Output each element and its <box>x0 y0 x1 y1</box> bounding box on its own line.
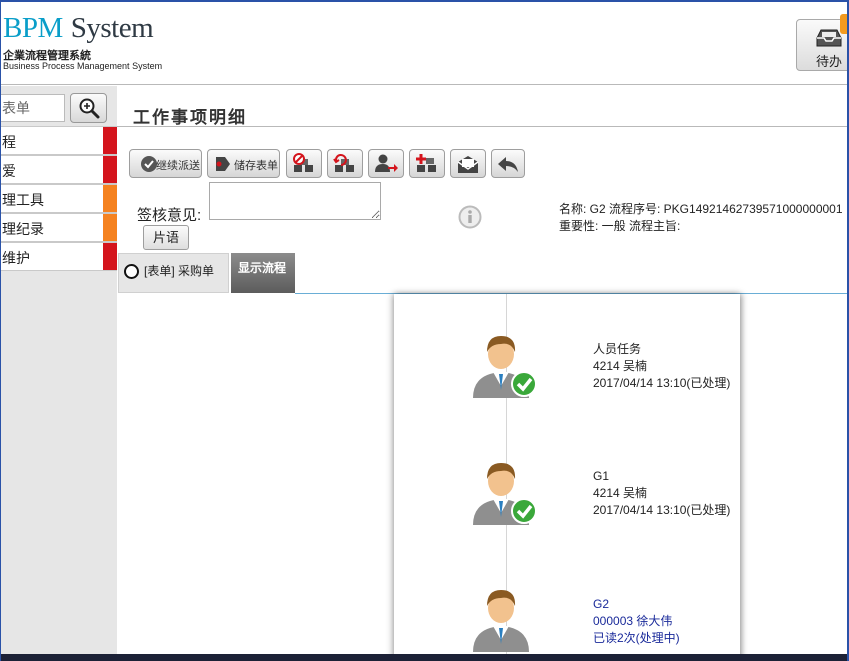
return-org-icon <box>333 153 354 172</box>
flow-node-name: G1 <box>593 469 610 483</box>
flow-node-user: 000003 徐大伟 <box>593 614 673 628</box>
user-pending-icon <box>473 590 529 652</box>
save-form-label: 储存表单 <box>234 160 278 172</box>
sign-opinion-textarea[interactable] <box>209 182 381 220</box>
taskbar-strip <box>1 654 847 661</box>
sidebar-item-label: 维护 <box>2 250 30 266</box>
user-transfer-icon <box>375 154 398 172</box>
save-form-button[interactable]: 储存表单 <box>207 149 280 178</box>
flow-node-status: 2017/04/14 13:10(已处理) <box>593 503 731 517</box>
page-title: 工作事项明细 <box>133 108 247 127</box>
continue-send-button[interactable]: 继续派送 <box>129 149 202 178</box>
flow-node-text: G1 4214 吴楠 2017/04/14 13:10(已处理) <box>593 468 730 519</box>
sidebar-item-label: 理工具 <box>2 192 44 208</box>
sign-opinion-label: 签核意见: <box>137 207 202 224</box>
sidebar-item-process[interactable]: 程 <box>1 126 117 155</box>
notify-button[interactable] <box>450 149 486 178</box>
back-button[interactable] <box>491 149 525 178</box>
logo-subtitle-en: Business Process Management System <box>3 61 163 71</box>
mail-icon <box>457 155 479 173</box>
tab-show-flow-label: 显示流程 <box>238 261 287 275</box>
divider <box>117 126 847 127</box>
app-window: BPM System 企業流程管理系統 Business Process Mana… <box>0 0 849 661</box>
tab-form[interactable]: [表单] 采购单 <box>118 253 229 293</box>
sidebar-item-label: 爱 <box>2 163 16 179</box>
flow-node-status: 2017/04/14 13:10(已处理) <box>593 376 731 390</box>
sidebar: 程 爱 理工具 理纪录 维护 <box>1 86 117 661</box>
todo-badge <box>840 14 847 34</box>
flow-node-text: 人员任务 4214 吴楠 2017/04/14 13:10(已处理) <box>593 341 730 392</box>
sidebar-item-maintenance[interactable]: 维护 <box>1 242 117 271</box>
info-icon[interactable] <box>458 205 482 229</box>
sidebar-item-favorites[interactable]: 爱 <box>1 155 117 184</box>
reject-button[interactable] <box>286 149 322 178</box>
user-done-icon <box>473 336 537 398</box>
header: BPM System 企業流程管理系統 Business Process Mana… <box>1 2 847 85</box>
user-done-icon <box>473 463 537 525</box>
flow-node-text: G2 000003 徐大伟 已读2次(处理中) <box>593 596 680 647</box>
phrase-button[interactable]: 片语 <box>143 225 189 250</box>
sidebar-item-color-bar <box>103 185 117 212</box>
sidebar-item-color-bar <box>103 127 117 154</box>
add-org-icon <box>416 153 436 172</box>
flow-node-status: 已读2次(处理中) <box>593 631 680 645</box>
search-input[interactable] <box>1 94 65 122</box>
logo-system: System <box>70 12 154 44</box>
continue-send-label: 继续派送 <box>156 160 200 172</box>
process-meta-line2: 重要性: 一般 流程主旨: <box>559 219 681 233</box>
flow-node-name: 人员任务 <box>593 342 642 356</box>
sidebar-item-color-bar <box>103 156 117 183</box>
logo-bpm: BPM <box>3 12 63 44</box>
sidebar-item-label: 理纪录 <box>2 221 44 237</box>
sidebar-item-tools[interactable]: 理工具 <box>1 184 117 213</box>
tab-show-flow[interactable]: 显示流程 <box>231 253 295 293</box>
sidebar-item-color-bar <box>103 214 117 241</box>
flow-panel: 人员任务 4214 吴楠 2017/04/14 13:10(已处理) G1 42… <box>394 294 740 661</box>
sidebar-item-label: 程 <box>2 134 16 150</box>
search-button[interactable] <box>70 93 107 123</box>
magnifier-icon <box>79 98 100 119</box>
process-meta-line1: 名称: G2 流程序号: PKG14921462739571000000001 <box>559 202 843 216</box>
todo-label: 待办 <box>816 54 843 69</box>
save-tag-icon <box>216 157 230 171</box>
sidebar-item-color-bar <box>103 243 117 270</box>
sidebar-menu: 程 爱 理工具 理纪录 维护 <box>1 126 117 271</box>
flow-node-user: 4214 吴楠 <box>593 359 648 373</box>
radio-indicator <box>124 264 139 279</box>
tab-form-label: [表单] 采购单 <box>144 264 215 278</box>
logo: BPM System <box>3 12 154 45</box>
transfer-button[interactable] <box>368 149 404 178</box>
flow-node-user: 4214 吴楠 <box>593 486 648 500</box>
return-button[interactable] <box>327 149 363 178</box>
add-sign-button[interactable] <box>409 149 445 178</box>
reject-org-icon <box>293 152 313 172</box>
flow-node-name: G2 <box>593 597 610 611</box>
inbox-tray-icon <box>816 29 842 47</box>
undo-arrow-icon <box>498 156 518 172</box>
sidebar-item-records[interactable]: 理纪录 <box>1 213 117 242</box>
